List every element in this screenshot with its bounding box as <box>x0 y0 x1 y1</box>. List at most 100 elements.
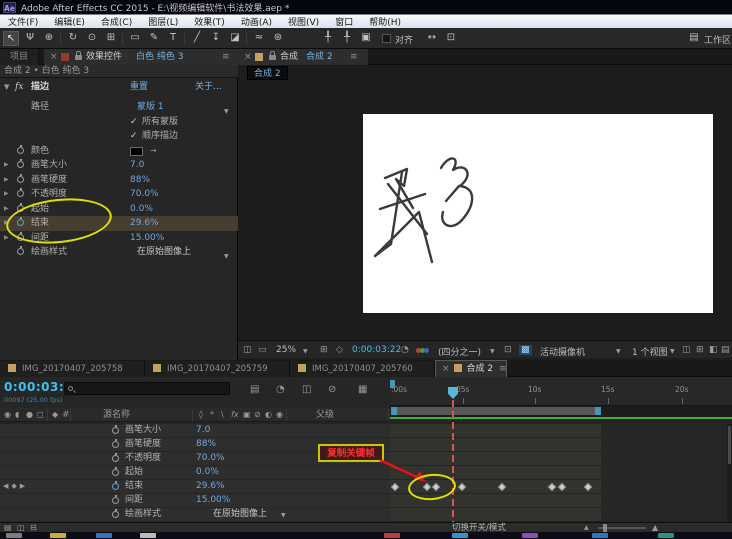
zoom-in-mountain-icon[interactable] <box>652 524 658 532</box>
taskbar-icon[interactable] <box>658 533 674 538</box>
timeline-search-input[interactable] <box>64 382 230 395</box>
pan-behind-tool-icon[interactable] <box>103 31 119 46</box>
eraser-tool-icon[interactable] <box>227 31 243 46</box>
taskbar-icon[interactable] <box>452 533 468 538</box>
keyframe-diamond[interactable] <box>583 482 593 492</box>
timeline-tab-img3[interactable]: IMG_20170407_205760 <box>290 361 435 377</box>
timeline-button-icon[interactable] <box>709 345 718 355</box>
flowchart-icon[interactable] <box>243 345 252 355</box>
keyframe-diamond[interactable] <box>457 482 467 492</box>
axis-mode-view-icon[interactable] <box>358 31 374 46</box>
stopwatch-icon[interactable] <box>112 453 119 462</box>
brush-tool-icon[interactable] <box>189 31 205 46</box>
chevron-down-icon[interactable] <box>670 348 675 355</box>
axis-mode-local-icon[interactable] <box>320 31 336 46</box>
shy-layers-icon[interactable] <box>302 385 311 395</box>
menu-item-3[interactable]: 图层(L) <box>140 15 186 28</box>
property-value[interactable]: 15.00% <box>196 494 230 507</box>
rotation-tool-icon[interactable] <box>65 31 81 46</box>
comp-selector-overlay[interactable]: 合成 2 <box>247 66 288 80</box>
property-value[interactable]: 88% <box>196 438 216 451</box>
zoom-out-mountain-icon[interactable] <box>584 525 589 531</box>
timeline-scrollbar[interactable] <box>727 424 732 522</box>
pen-tool-icon[interactable] <box>146 31 162 46</box>
hand-tool-icon[interactable] <box>22 31 38 46</box>
axis-mode-world-icon[interactable] <box>339 31 355 46</box>
lock-icon[interactable] <box>75 51 82 60</box>
camera-tool-icon[interactable] <box>84 31 100 46</box>
property-value[interactable]: 0.0% <box>196 466 219 479</box>
property-value[interactable]: 29.6% <box>196 480 225 493</box>
stopwatch-icon[interactable] <box>17 173 24 183</box>
effect-controls-tab[interactable]: × 效果控件 白色 纯色 3 ≡ <box>44 49 238 65</box>
color-swatch[interactable] <box>130 146 143 156</box>
channel-blue-icon[interactable] <box>424 348 429 353</box>
property-value[interactable]: 88% <box>130 173 150 188</box>
viewer-timecode[interactable]: 0:00:03:22 <box>352 345 401 355</box>
stopwatch-icon[interactable] <box>112 439 119 448</box>
property-value[interactable]: 7.0 <box>196 424 210 437</box>
taskbar-icon[interactable] <box>592 533 608 538</box>
transparency-grid-icon[interactable] <box>519 345 532 355</box>
stroke-effect-header[interactable]: fx 描边 重置 关于... <box>0 80 238 95</box>
stopwatch-icon[interactable] <box>17 246 24 255</box>
menu-item-5[interactable]: 动画(A) <box>233 15 280 28</box>
chevron-down-icon[interactable] <box>490 348 495 355</box>
audio-icon[interactable] <box>15 411 19 419</box>
keyframe-diamond[interactable] <box>547 482 557 492</box>
zoom-slider-thumb[interactable] <box>603 524 607 532</box>
twirl-icon[interactable] <box>4 162 9 168</box>
project-tab[interactable]: 项目 <box>0 49 40 65</box>
taskbar-icon[interactable] <box>140 533 156 538</box>
stopwatch-icon[interactable] <box>112 495 119 504</box>
stopwatch-icon[interactable] <box>112 425 119 434</box>
stopwatch-icon-active[interactable] <box>112 481 119 490</box>
stopwatch-icon[interactable] <box>112 509 119 518</box>
text-tool-icon[interactable] <box>165 31 181 46</box>
eyedropper-icon[interactable] <box>150 147 157 155</box>
stopwatch-icon[interactable] <box>112 467 119 476</box>
puppet-pin-tool-icon[interactable] <box>270 31 286 46</box>
menu-item-4[interactable]: 效果(T) <box>186 15 233 28</box>
panel-menu-icon[interactable]: ≡ <box>222 49 230 65</box>
taskbar-icon[interactable] <box>50 533 66 538</box>
chevron-down-icon[interactable] <box>303 348 308 355</box>
menu-item-6[interactable]: 视图(V) <box>280 15 327 28</box>
expand-in-out-icon[interactable] <box>4 524 12 532</box>
taskbar-icon[interactable] <box>384 533 400 538</box>
chevron-down-icon[interactable] <box>616 348 621 355</box>
property-value[interactable]: 29.6% <box>130 216 159 231</box>
twirl-icon[interactable] <box>4 177 9 183</box>
region-of-interest-icon[interactable] <box>504 345 512 355</box>
lock-icon[interactable] <box>269 51 276 60</box>
camera-view-dropdown[interactable]: 活动摄像机 <box>540 345 585 358</box>
preview-monitor-icon[interactable] <box>258 345 267 355</box>
comp-flowchart-icon[interactable] <box>721 345 730 355</box>
property-value[interactable]: 0.0% <box>130 202 153 217</box>
menu-item-1[interactable]: 编辑(E) <box>46 15 93 28</box>
selection-tool-icon[interactable] <box>3 31 19 46</box>
close-icon[interactable]: × <box>244 49 252 65</box>
twirl-down-icon[interactable] <box>4 84 9 91</box>
motion-blur-icon[interactable] <box>358 385 367 395</box>
timeline-tab-img1[interactable]: IMG_20170407_205758 <box>0 361 145 377</box>
pixel-aspect-icon[interactable] <box>682 345 691 355</box>
panel-menu-icon[interactable]: ≡ <box>350 49 358 65</box>
magnification-dropdown[interactable]: 25% <box>276 345 296 355</box>
safe-margins-icon[interactable] <box>320 345 328 355</box>
menu-item-8[interactable]: 帮助(H) <box>361 15 409 28</box>
view-layout-dropdown[interactable]: 1 个视图 <box>632 345 668 358</box>
roto-brush-tool-icon[interactable] <box>251 31 267 46</box>
property-value[interactable]: 70.0% <box>130 187 159 202</box>
mask-visibility-icon[interactable] <box>336 345 343 355</box>
snapshot-camera-icon[interactable] <box>401 345 409 355</box>
work-area-end-handle[interactable] <box>595 407 601 415</box>
stopwatch-icon[interactable] <box>17 188 24 197</box>
solo-icon[interactable] <box>26 411 33 419</box>
scrollbar-thumb[interactable] <box>728 426 731 464</box>
menu-item-2[interactable]: 合成(C) <box>93 15 140 28</box>
checkbox-label[interactable]: 所有蒙版 <box>142 115 178 130</box>
zoom-tool-icon[interactable] <box>41 31 57 46</box>
taskbar-icon[interactable] <box>96 533 112 538</box>
twirl-icon[interactable] <box>4 235 9 241</box>
